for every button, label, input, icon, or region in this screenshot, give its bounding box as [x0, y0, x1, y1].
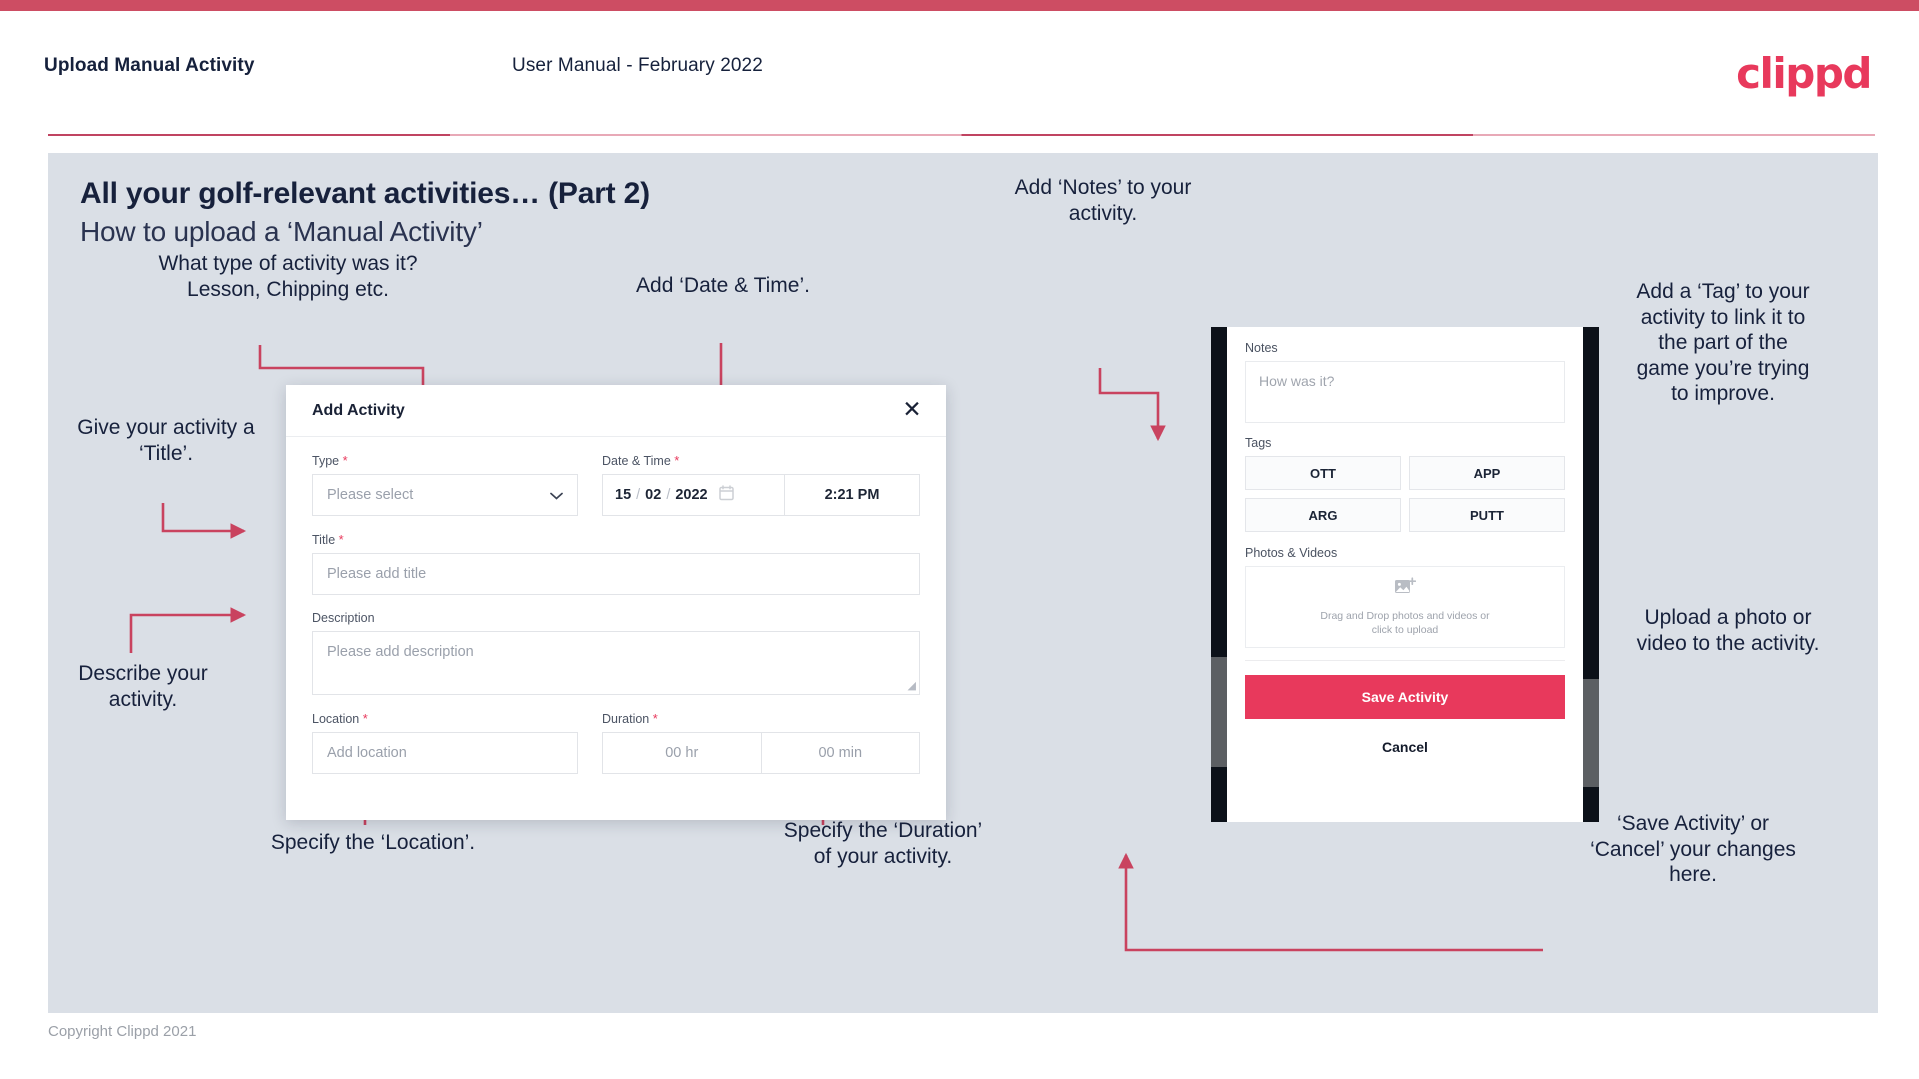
field-description: Description Please add description ◢: [312, 611, 920, 695]
duration-group: 00 hr 00 min: [602, 732, 920, 774]
tag-button-putt[interactable]: PUTT: [1409, 498, 1565, 532]
clippd-logo: clippd: [1736, 49, 1872, 98]
close-icon[interactable]: ✕: [898, 395, 926, 423]
phone-bezel-right: [1583, 327, 1599, 822]
title-label-text: Title: [312, 533, 336, 547]
save-activity-button[interactable]: Save Activity: [1245, 675, 1565, 719]
dialog-title: Add Activity: [312, 402, 405, 419]
page-header: Upload Manual Activity User Manual - Feb…: [0, 11, 1919, 136]
image-add-icon: [1394, 577, 1417, 602]
field-location: Location * Add location: [312, 711, 578, 774]
title-label: Title *: [312, 532, 920, 547]
header-subtitle: User Manual - February 2022: [512, 55, 763, 76]
resize-grip-icon[interactable]: ◢: [908, 679, 916, 692]
description-textarea[interactable]: Please add description ◢: [312, 631, 920, 695]
date-day: 15: [615, 487, 632, 503]
dialog-header: Add Activity ✕: [286, 385, 946, 437]
phone-screen: Notes How was it? Tags OTT APP ARG PUTT …: [1227, 327, 1583, 822]
slide-body: All your golf-relevant activities… (Part…: [48, 153, 1878, 1013]
top-accent-bar: [0, 0, 1919, 11]
phone-mockup: Notes How was it? Tags OTT APP ARG PUTT …: [1211, 327, 1599, 822]
duration-label-text: Duration: [602, 712, 650, 726]
calendar-icon[interactable]: [718, 485, 734, 505]
description-label: Description: [312, 611, 375, 625]
duration-required-marker: *: [652, 711, 658, 726]
annotation-datetime: Add ‘Date & Time’.: [636, 274, 810, 297]
dropzone-line-1: Drag and Drop photos and videos or: [1320, 609, 1490, 622]
date-input[interactable]: 15 / 02 / 2022: [603, 475, 785, 515]
time-input[interactable]: 2:21 PM: [785, 475, 919, 515]
field-type: Type * Please select: [312, 453, 578, 516]
title-required-marker: *: [338, 532, 344, 547]
date-month: 02: [645, 487, 662, 503]
annotation-type: What type of activity was it? Lesson, Ch…: [158, 252, 418, 301]
phone-tags-grid: OTT APP ARG PUTT: [1245, 456, 1565, 532]
datetime-label: Date & Time *: [602, 453, 920, 468]
phone-upload-dropzone[interactable]: Drag and Drop photos and videos or click…: [1245, 566, 1565, 648]
tag-button-app[interactable]: APP: [1409, 456, 1565, 490]
tag-button-ott[interactable]: OTT: [1245, 456, 1401, 490]
annotation-description: Describe your activity.: [78, 662, 208, 711]
phone-photos-label: Photos & Videos: [1245, 546, 1338, 560]
datetime-required-marker: *: [674, 453, 680, 468]
dropzone-line-2: click to upload: [1371, 624, 1439, 636]
type-label-text: Type: [312, 454, 340, 468]
location-label: Location *: [312, 711, 578, 726]
tag-button-arg[interactable]: ARG: [1245, 498, 1401, 532]
annotation-title: Give your activity a ‘Title’.: [77, 416, 255, 465]
duration-minutes-input[interactable]: 00 min: [760, 733, 920, 773]
field-duration: Duration * 00 hr 00 min: [602, 711, 920, 774]
add-activity-dialog: Add Activity ✕ Type * Please select Date…: [286, 385, 946, 820]
slide-page: Upload Manual Activity User Manual - Feb…: [0, 0, 1919, 1079]
type-required-marker: *: [342, 453, 348, 468]
phone-notes-label: Notes: [1245, 341, 1278, 355]
dialog-body: Type * Please select Date & Time * 15 / …: [286, 437, 946, 774]
footer-copyright: Copyright Clippd 2021: [48, 1023, 197, 1040]
type-label: Type *: [312, 453, 578, 468]
phone-tags-label: Tags: [1245, 436, 1272, 450]
annotation-save: ‘Save Activity’ or ‘Cancel’ your changes…: [1590, 812, 1796, 887]
type-placeholder: Please select: [327, 487, 414, 503]
type-select[interactable]: Please select: [312, 474, 578, 516]
location-input[interactable]: Add location: [312, 732, 578, 774]
cancel-button[interactable]: Cancel: [1245, 739, 1565, 755]
duration-label: Duration *: [602, 711, 920, 726]
location-required-marker: *: [362, 711, 368, 726]
title-input[interactable]: Please add title: [312, 553, 920, 595]
annotation-photos: Upload a photo or video to the activity.: [1636, 606, 1820, 655]
annotation-duration: Specify the ‘Duration’ of your activity.: [783, 819, 983, 868]
duration-hours-input[interactable]: 00 hr: [603, 733, 761, 773]
header-divider: [48, 134, 1875, 136]
field-title: Title * Please add title: [312, 532, 920, 595]
annotation-notes: Add ‘Notes’ to your activity.: [1014, 176, 1192, 225]
date-year: 2022: [675, 487, 708, 503]
slide-subtitle: How to upload a ‘Manual Activity’: [80, 216, 483, 247]
annotation-location: Specify the ‘Location’.: [270, 831, 476, 854]
row-type-datetime: Type * Please select Date & Time * 15 / …: [312, 453, 920, 516]
location-label-text: Location: [312, 712, 360, 726]
annotation-tags: Add a ‘Tag’ to your activity to link it …: [1636, 280, 1810, 406]
slide-title: All your golf-relevant activities… (Part…: [80, 177, 650, 210]
phone-bezel-left: [1211, 327, 1227, 822]
chevron-down-icon: [550, 488, 563, 503]
description-placeholder: Please add description: [327, 644, 474, 660]
date-sep-1: /: [636, 487, 641, 503]
dropzone-text: Drag and Drop photos and videos or click…: [1320, 609, 1489, 637]
datetime-group: 15 / 02 / 2022 2:21 PM: [602, 474, 920, 516]
date-sep-2: /: [666, 487, 671, 503]
header-title: Upload Manual Activity: [44, 55, 255, 76]
phone-notes-input[interactable]: How was it?: [1245, 361, 1565, 423]
phone-divider: [1245, 660, 1565, 661]
field-datetime: Date & Time * 15 / 02 / 2022 2:21 PM: [602, 453, 920, 516]
datetime-label-text: Date & Time: [602, 454, 671, 468]
row-location-duration: Location * Add location Duration * 00 hr…: [312, 711, 920, 774]
